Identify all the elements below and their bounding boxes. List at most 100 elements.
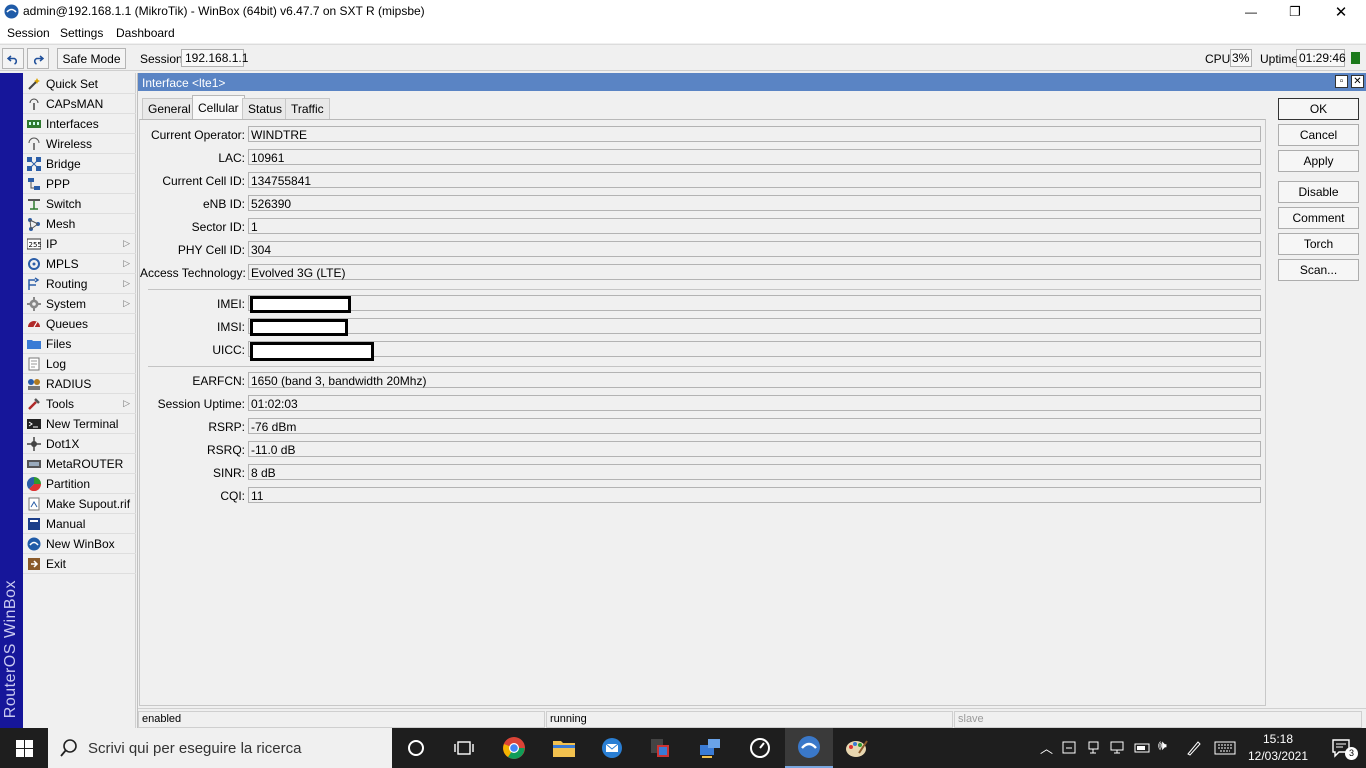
safe-mode-button[interactable]: Safe Mode — [57, 48, 126, 69]
tray-app-icon[interactable] — [1062, 740, 1078, 756]
menu-session[interactable]: Session — [7, 26, 50, 40]
button-label: Apply — [1303, 154, 1334, 168]
mail-taskbar-button[interactable] — [588, 728, 636, 768]
imei-field[interactable] — [248, 295, 1261, 313]
sidebar-item-new-winbox[interactable]: New WinBox — [23, 534, 136, 554]
sidebar-item-switch[interactable]: Switch — [23, 194, 136, 214]
interface-window-titlebar[interactable]: Interface <lte1> ▫ ✕ — [138, 73, 1366, 91]
scan-button[interactable]: Scan... — [1278, 259, 1359, 281]
speedometer-taskbar-button[interactable] — [736, 728, 784, 768]
enb-id-field[interactable]: 526390 — [248, 195, 1261, 211]
redo-button[interactable] — [27, 48, 49, 69]
sinr-field[interactable]: 8 dB — [248, 464, 1261, 480]
sidebar-item-manual[interactable]: Manual — [23, 514, 136, 534]
sidebar-item-label: Make Supout.rif — [46, 496, 131, 511]
minimize-button[interactable]: — — [1228, 0, 1274, 23]
disable-button[interactable]: Disable — [1278, 181, 1359, 203]
apply-button[interactable]: Apply — [1278, 150, 1359, 172]
sidebar-item-ppp[interactable]: PPP — [23, 174, 136, 194]
uicc-field[interactable] — [248, 341, 1261, 361]
volume-icon[interactable]: 🕪 — [1158, 737, 1167, 754]
sector-id-field[interactable]: 1 — [248, 218, 1261, 234]
sidebar-item-capsman[interactable]: CAPsMAN — [23, 94, 136, 114]
tab-general[interactable]: General — [142, 98, 197, 119]
rsrq-field[interactable]: -11.0 dB — [248, 441, 1261, 457]
access-technology-field[interactable]: Evolved 3G (LTE) — [248, 264, 1261, 280]
ok-button[interactable]: OK — [1278, 98, 1359, 120]
torch-button[interactable]: Torch — [1278, 233, 1359, 255]
file-explorer-taskbar-button[interactable] — [540, 728, 588, 768]
session-field[interactable]: 192.168.1.1 — [181, 49, 248, 67]
tab-cellular[interactable]: Cellular — [192, 95, 245, 120]
winbox-app-icon — [4, 4, 19, 19]
winbox-taskbar-button[interactable] — [785, 728, 833, 768]
sidebar-item-new-terminal[interactable]: New Terminal — [23, 414, 136, 434]
window-restore-button[interactable]: ▫ — [1335, 75, 1348, 88]
imsi-field[interactable] — [248, 318, 1261, 336]
maximize-button[interactable]: ❐ — [1272, 0, 1318, 23]
sidebar-item-mpls[interactable]: MPLS ▷ — [23, 254, 136, 274]
start-button[interactable] — [0, 728, 48, 768]
sidebar-item-wireless[interactable]: Wireless — [23, 134, 136, 154]
sidebar-item-interfaces[interactable]: Interfaces — [23, 114, 136, 134]
sidebar-item-label: Files — [46, 336, 72, 351]
phy-cell-id-field[interactable]: 304 — [248, 241, 1261, 257]
security-app-taskbar-button[interactable] — [636, 728, 684, 768]
menu-dashboard[interactable]: Dashboard — [116, 26, 175, 40]
taskbar-search-box[interactable]: Scrivi qui per eseguire la ricerca — [48, 728, 392, 768]
status-enabled: enabled — [138, 711, 545, 728]
notification-center-button[interactable]: 3 — [1318, 728, 1366, 768]
sidebar-item-exit[interactable]: Exit — [23, 554, 136, 574]
tray-expand-icon[interactable]: ︿ — [1040, 738, 1053, 757]
sidebar-item-metarouter[interactable]: MetaROUTER — [23, 454, 136, 474]
sidebar-item-partition[interactable]: Partition — [23, 474, 136, 494]
cqi-field[interactable]: 11 — [248, 487, 1261, 503]
chrome-taskbar-button[interactable] — [490, 728, 538, 768]
sidebar-item-make-supout[interactable]: Make Supout.rif — [23, 494, 136, 514]
field-label: PHY Cell ID: — [177, 243, 245, 257]
sidebar-item-routing[interactable]: Routing ▷ — [23, 274, 136, 294]
clock-date: 12/03/2021 — [1247, 749, 1309, 763]
sidebar-item-bridge[interactable]: Bridge — [23, 154, 136, 174]
sidebar-item-files[interactable]: Files — [23, 334, 136, 354]
sidebar-item-mesh[interactable]: Mesh — [23, 214, 136, 234]
sidebar-item-tools[interactable]: Tools ▷ — [23, 394, 136, 414]
sidebar-item-system[interactable]: System ▷ — [23, 294, 136, 314]
tab-status[interactable]: Status — [242, 98, 289, 119]
cancel-button[interactable]: Cancel — [1278, 124, 1359, 146]
sidebar-item-radius[interactable]: RADIUS — [23, 374, 136, 394]
sidebar-item-label: MPLS — [46, 256, 79, 271]
keyboard-icon[interactable] — [1214, 741, 1236, 755]
cortana-button[interactable] — [392, 728, 440, 768]
taskbar-clock[interactable]: 15:18 12/03/2021 — [1240, 731, 1316, 765]
sidebar-item-dot1x[interactable]: Dot1X — [23, 434, 136, 454]
current-cell-id-field[interactable]: 134755841 — [248, 172, 1261, 188]
pen-icon[interactable] — [1186, 740, 1202, 756]
sidebar-item-quick-set[interactable]: Quick Set — [23, 74, 136, 94]
menu-settings[interactable]: Settings — [60, 26, 103, 40]
sidebar-item-ip[interactable]: 255 IP ▷ — [23, 234, 136, 254]
tab-label: Status — [248, 102, 283, 116]
rsrp-field[interactable]: -76 dBm — [248, 418, 1261, 434]
clock-time: 15:18 — [1262, 732, 1294, 746]
network-app-taskbar-button[interactable] — [686, 728, 734, 768]
redaction-box — [250, 342, 374, 361]
task-view-button[interactable] — [440, 728, 488, 768]
lac-field[interactable]: 10961 — [248, 149, 1261, 165]
window-title: admin@192.168.1.1 (MikroTik) - WinBox (6… — [23, 4, 425, 18]
earfcn-field[interactable]: 1650 (band 3, bandwidth 20Mhz) — [248, 372, 1261, 388]
battery-icon[interactable] — [1134, 740, 1152, 756]
window-close-button[interactable]: ✕ — [1351, 75, 1364, 88]
network-icon[interactable] — [1087, 740, 1103, 756]
display-icon[interactable] — [1110, 740, 1126, 756]
paint-taskbar-button[interactable] — [833, 728, 881, 768]
comment-button[interactable]: Comment — [1278, 207, 1359, 229]
close-button[interactable]: ✕ — [1318, 0, 1364, 23]
sidebar-item-queues[interactable]: Queues — [23, 314, 136, 334]
field-label: Current Operator: — [150, 128, 245, 142]
session-uptime-field[interactable]: 01:02:03 — [248, 395, 1261, 411]
tab-traffic[interactable]: Traffic — [285, 98, 330, 119]
current-operator-field[interactable]: WINDTRE — [248, 126, 1261, 142]
undo-button[interactable] — [2, 48, 24, 69]
sidebar-item-log[interactable]: Log — [23, 354, 136, 374]
